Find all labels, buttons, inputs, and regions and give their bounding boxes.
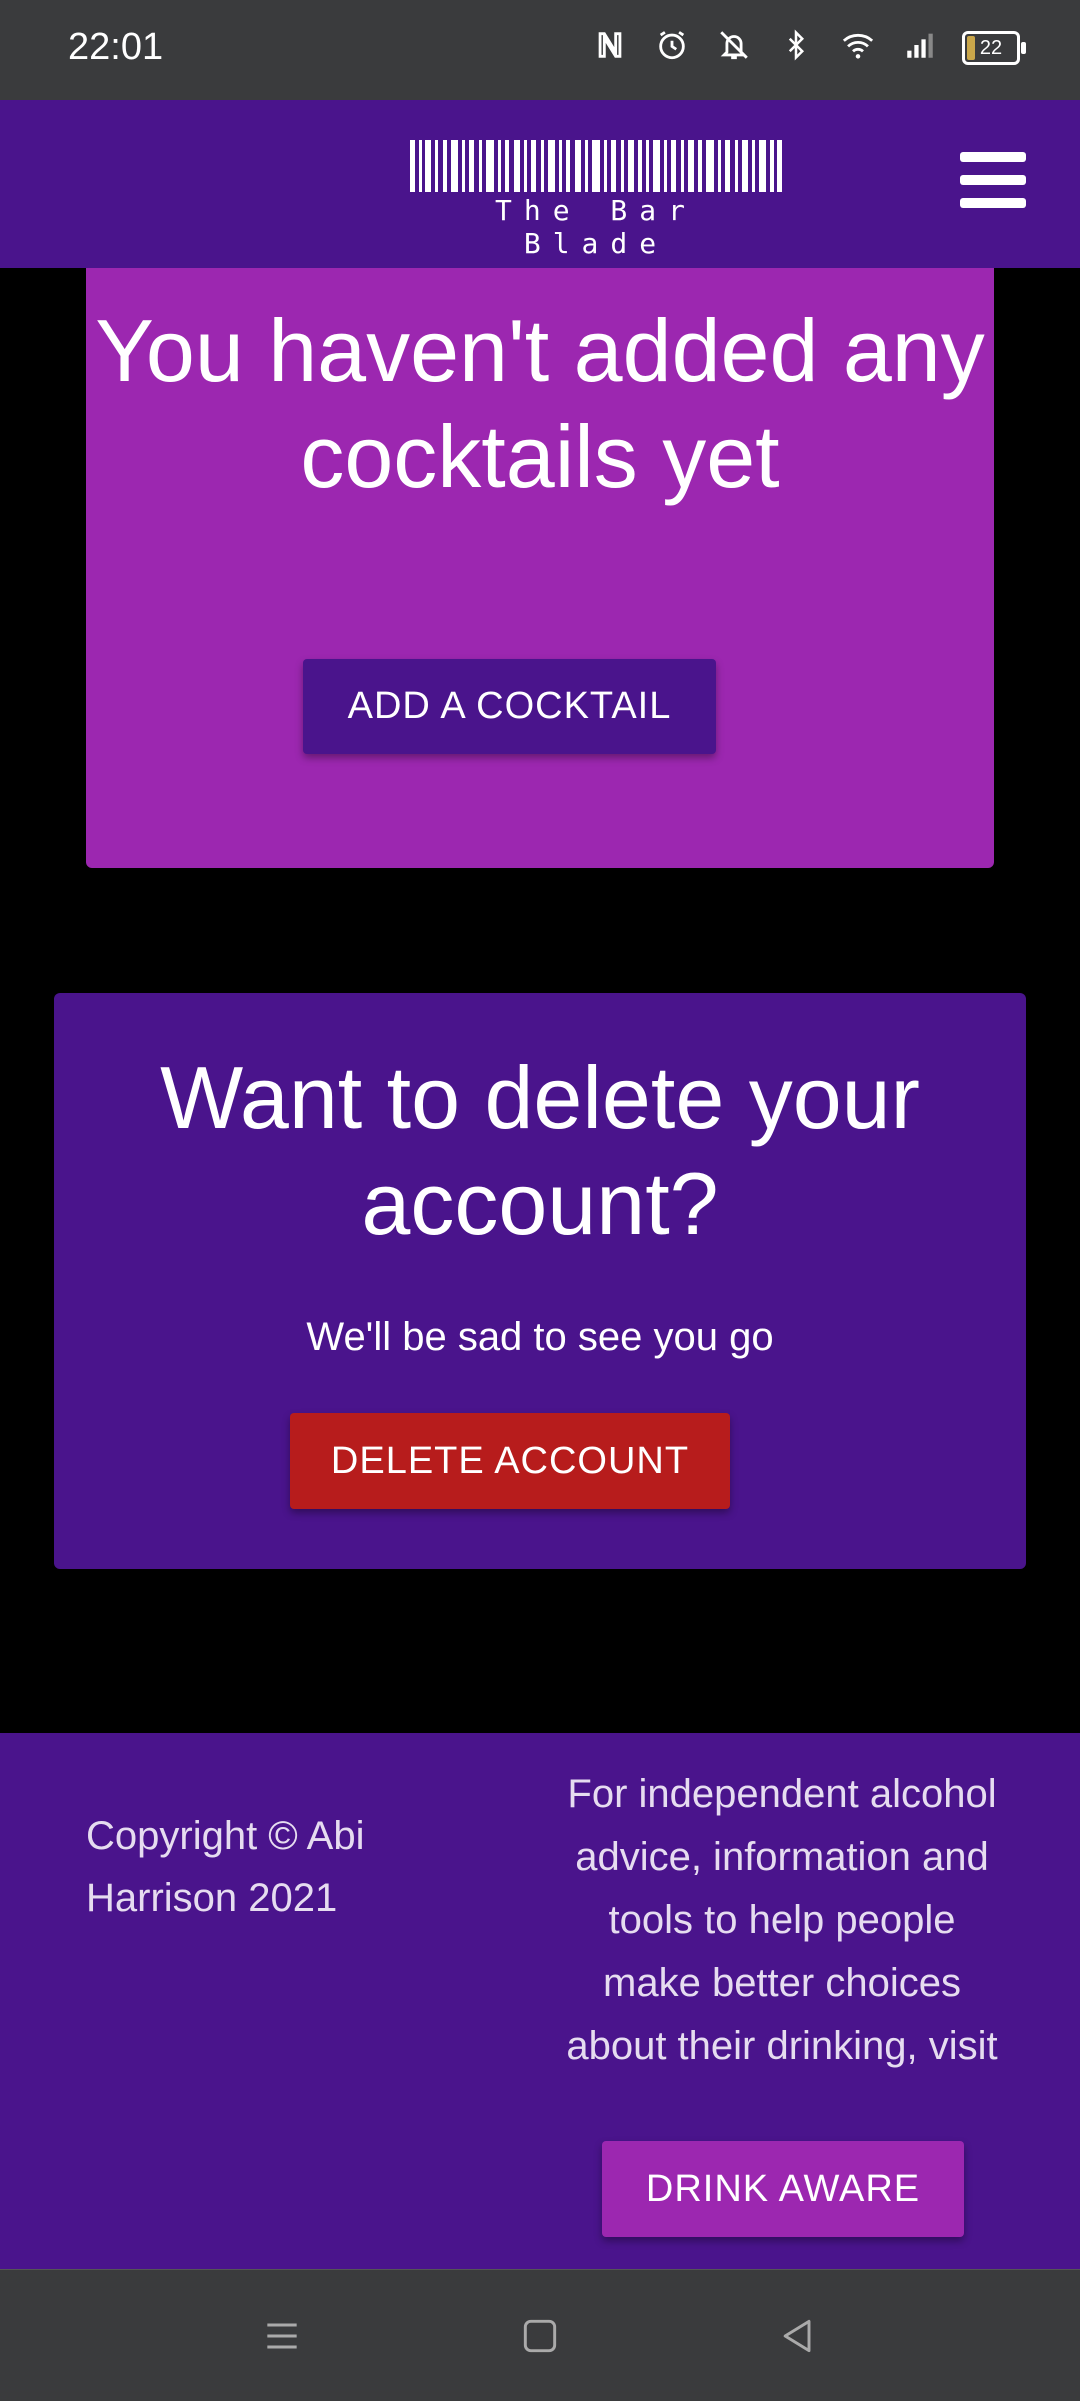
battery-icon: 22 [962, 31, 1026, 65]
vibrate-icon [714, 28, 754, 68]
back-icon[interactable] [776, 2314, 820, 2358]
status-icons: 22 [590, 28, 1026, 68]
delete-account-button[interactable]: DELETE ACCOUNT [290, 1413, 730, 1509]
barcode-logo-icon [410, 140, 782, 192]
delete-account-card: Want to delete your account? We'll be sa… [54, 993, 1026, 1569]
battery-fill [967, 36, 975, 60]
status-bar: 22:01 22 [0, 0, 1080, 100]
hamburger-menu-icon[interactable] [960, 152, 1026, 212]
alcohol-advice-text: For independent alcohol advice, informat… [566, 1772, 998, 2068]
no-cocktails-card: You haven't added any cocktails yet ADD … [86, 268, 994, 868]
signal-icon [900, 28, 940, 68]
alarm-icon [652, 28, 692, 68]
add-cocktail-button[interactable]: ADD A COCKTAIL [303, 659, 716, 754]
delete-account-heading: Want to delete your account? [160, 1048, 920, 1253]
copyright-text: Copyright © Abi Harrison 2021 [86, 1814, 365, 1920]
logo-text: The Bar Blade [494, 194, 697, 260]
status-time: 22:01 [68, 26, 164, 68]
nfc-icon [590, 28, 630, 68]
battery-level: 22 [979, 37, 1003, 59]
wifi-icon [838, 28, 878, 68]
bluetooth-icon [776, 28, 816, 68]
home-icon[interactable] [518, 2314, 562, 2358]
logo[interactable]: The Bar Blade [410, 140, 782, 260]
recent-apps-icon[interactable] [260, 2314, 304, 2358]
app-bar: The Bar Blade [0, 100, 1080, 268]
system-nav-bar [0, 2269, 1080, 2401]
delete-account-subtext: We'll be sad to see you go [306, 1315, 774, 1359]
no-cocktails-heading: You haven't added any cocktails yet [95, 301, 985, 506]
drink-aware-button[interactable]: DRINK AWARE [602, 2141, 964, 2237]
footer: Copyright © Abi Harrison 2021 For indepe… [0, 1733, 1080, 2269]
